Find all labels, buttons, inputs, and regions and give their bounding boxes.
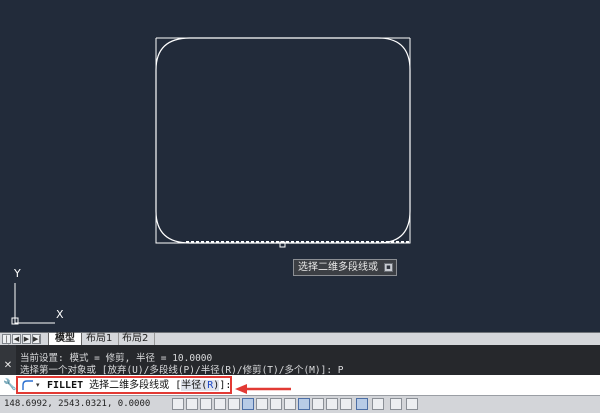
selection-cycling-icon[interactable] xyxy=(356,398,368,410)
tab-layout2[interactable]: 布局2 xyxy=(116,333,156,345)
snap-mode-icon[interactable] xyxy=(186,398,198,410)
tab-nav-first-icon[interactable]: |◀ xyxy=(2,334,11,351)
allow-dynamic-ucs-icon[interactable] xyxy=(284,398,296,410)
ucs-icon xyxy=(11,283,55,325)
layout-tabs-bar: |◀ ◀ ▶ ▶| 模型 布局1 布局2 xyxy=(0,332,600,351)
command-name: FILLET xyxy=(47,380,84,391)
tab-nav-prev-icon[interactable]: ◀ xyxy=(12,334,21,344)
recent-commands-dropdown-icon[interactable]: ▾ xyxy=(36,381,40,389)
infer-constraints-icon[interactable] xyxy=(172,398,184,410)
command-prompt-text: 选择二维多段线或 xyxy=(89,380,170,391)
cursor-coordinates: 148.6992, 2543.0321, 0.0000 xyxy=(4,399,151,409)
tab-model[interactable]: 模型 xyxy=(48,333,82,345)
close-bracket: ]: xyxy=(219,380,232,391)
transparency-icon[interactable] xyxy=(326,398,338,410)
option-radius[interactable]: 半径(R) xyxy=(181,380,220,391)
drawing-area[interactable]: Y X 选择二维多段线或 ▪ xyxy=(0,0,600,332)
object-snap-tracking-icon[interactable] xyxy=(270,398,282,410)
3d-object-snap-icon[interactable] xyxy=(256,398,268,410)
polar-tracking-icon[interactable] xyxy=(228,398,240,410)
dynamic-input-icon[interactable] xyxy=(298,398,310,410)
object-snap-icon[interactable] xyxy=(242,398,254,410)
tooltip-text: 选择二维多段线或 xyxy=(298,262,378,273)
drawing-svg: Y X xyxy=(11,37,411,325)
tab-nav-next-icon[interactable]: ▶ xyxy=(22,334,31,344)
tab-nav-last-icon[interactable]: ▶| xyxy=(32,334,41,344)
dynamic-input-tooltip: 选择二维多段线或 ▪ xyxy=(293,259,397,276)
customize-wrench-icon[interactable]: 🔧 xyxy=(3,379,17,391)
rounded-rectangle[interactable] xyxy=(155,37,411,244)
annotation-arrow xyxy=(235,384,291,394)
command-history: ✕ 当前设置: 模式 = 修剪, 半径 = 10.0000 选择第一个对象或 [… xyxy=(0,345,600,376)
close-command-line-icon[interactable]: ✕ xyxy=(3,361,13,371)
workspace-switch-icon[interactable] xyxy=(406,398,418,410)
grid-display-icon[interactable] xyxy=(200,398,212,410)
command-input-highlight[interactable]: ▾ FILLET 选择二维多段线或 [半径(R)]: xyxy=(16,376,232,394)
status-bar: 148.6992, 2543.0321, 0.0000 xyxy=(0,395,600,413)
ucs-y-label: Y xyxy=(13,267,21,280)
annotation-monitor-icon[interactable] xyxy=(372,398,384,410)
lineweight-icon[interactable] xyxy=(312,398,324,410)
cad-window: Y X 选择二维多段线或 ▪ |◀ ◀ ▶ ▶| 模型 布局1 布局2 ✕ 当前… xyxy=(0,0,600,413)
corner-construction-lines xyxy=(155,37,411,244)
history-line-prompt: 选择第一个对象或 [放弃(U)/多段线(P)/半径(R)/修剪(T)/多个(M)… xyxy=(20,365,344,376)
ortho-mode-icon[interactable] xyxy=(214,398,226,410)
tooltip-options-icon[interactable]: ▪ xyxy=(384,263,393,272)
command-line[interactable]: 🔧 ▾ FILLET 选择二维多段线或 [半径(R)]: xyxy=(0,375,600,395)
quick-properties-icon[interactable] xyxy=(340,398,352,410)
command-prompt: FILLET 选择二维多段线或 [半径(R)]: xyxy=(47,380,231,392)
ucs-x-label: X xyxy=(56,308,64,321)
fillet-command-icon xyxy=(22,380,33,390)
tab-layout1[interactable]: 布局1 xyxy=(80,333,120,345)
model-space-icon[interactable] xyxy=(390,398,402,410)
